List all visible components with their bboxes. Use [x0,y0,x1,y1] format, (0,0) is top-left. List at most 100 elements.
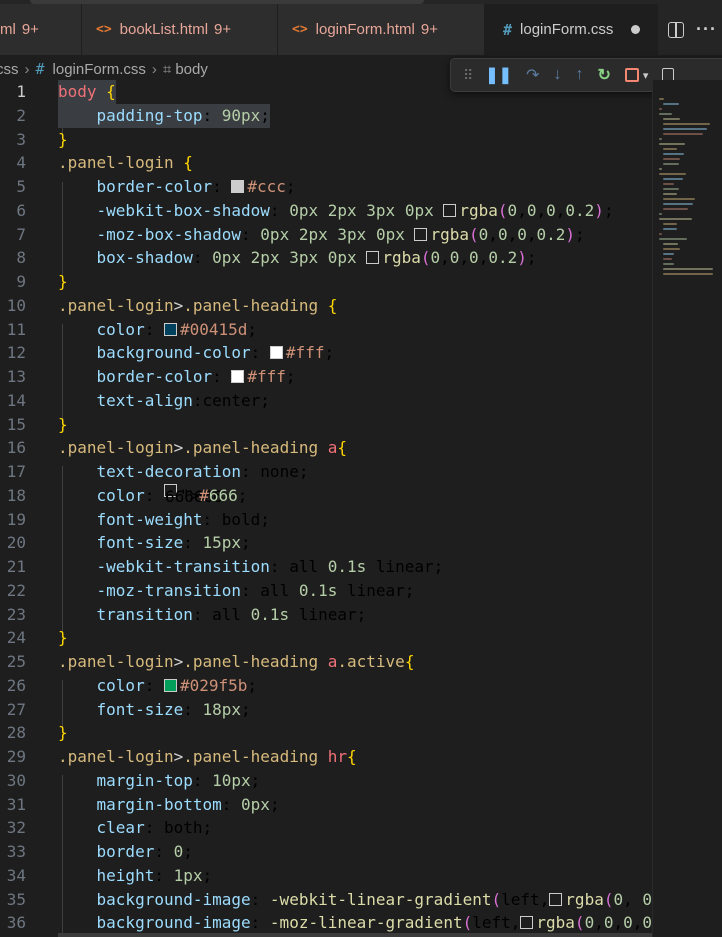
minimap[interactable] [652,80,722,937]
horizontal-scrollbar[interactable] [58,933,652,937]
code-text: -webkit-box-shadow: 0px 2px 3px 0px rgba… [96,200,614,220]
minimap-line [659,213,662,215]
color-swatch[interactable] [443,203,457,217]
line-number: 2 [16,105,26,125]
chevron-right-icon: › [24,60,30,78]
code-line[interactable]: 32 clear: both; [0,816,652,840]
code-line[interactable]: 35 background-image: -webkit-linear-grad… [0,888,652,912]
code-line[interactable]: 24} [0,626,652,650]
tab-booklist-html[interactable]: <> bookList.html 9+ [82,4,278,55]
code-line[interactable]: 19 font-weight: bold; [0,508,652,532]
breadcrumb-file[interactable]: loginForm.css [53,61,146,78]
code-text: color: #00415d; [96,319,258,339]
code-text: } [58,723,68,743]
code-text: .panel-login>.panel-heading a{ [58,438,348,458]
code-line[interactable]: 29 .panel-login>.panel-heading hr{ [0,745,652,769]
line-number: 21 [6,557,26,576]
code-line[interactable]: 14 text-align:center; [0,389,652,413]
code-text: text-decoration: none; [96,462,309,481]
code-line[interactable]: 2 padding-top: 90px; [0,103,652,128]
minimap-line [663,243,679,245]
minimap-line [663,268,714,270]
code-text: border: 0; [96,842,193,861]
problem-count-badge: 9+ [214,21,232,38]
line-number: 35 [6,889,26,909]
code-line[interactable]: 16 .panel-login>.panel-heading a{ [0,436,652,460]
code-line[interactable]: 21 -webkit-transition: all 0.1s linear; [0,555,652,579]
code-text: margin-bottom: 0px; [96,794,280,814]
tab-loginform-html[interactable]: <> loginForm.html 9+ [278,4,485,55]
code-line[interactable]: 13 border-color: #fff; [0,365,652,389]
code-line[interactable]: 31 margin-bottom: 0px; [0,793,652,817]
minimap-line [663,248,681,250]
color-swatch[interactable] [549,892,563,906]
line-number: 8 [16,248,26,268]
code-line[interactable]: 3} [0,128,652,152]
code-text: font-weight: bold; [96,509,270,529]
minimap-line [663,103,680,105]
code-editor[interactable]: 1 body {2 padding-top: 90px; 3} 4 .panel-log… [0,80,722,937]
code-line[interactable]: 7 -moz-box-shadow: 0px 2px 3px 0px rgba(… [0,223,652,247]
split-editor-icon[interactable] [668,21,684,38]
color-swatch[interactable] [231,180,245,193]
code-line[interactable]: 30 margin-top: 10px; [0,769,652,793]
code-line[interactable]: 11 color: #00415d; [0,318,652,342]
more-actions-icon[interactable]: ··· [696,19,717,40]
color-swatch[interactable] [269,346,283,360]
line-number: 14 [6,390,26,410]
code-text: background-image: -moz-linear-gradient(l… [96,913,653,933]
line-number: 23 [6,604,26,624]
color-swatch[interactable] [520,916,534,930]
code-line[interactable]: 12 background-color: #fff; [0,341,652,365]
code-line[interactable]: 8 box-shadow: 0px 2px 3px 0px rgba(0,0,0… [0,246,652,270]
code-line[interactable]: 34 height: 1px; [0,864,652,888]
code-line[interactable]: 4 .panel-login { [0,151,652,175]
code-text: border-color: #fff; [96,367,296,386]
code-line[interactable]: 33 border: 0; [0,840,652,864]
minimap-line [663,128,708,130]
code-line[interactable]: 27 font-size: 18px; [0,698,652,722]
code-line[interactable]: 17 text-decoration: none; [0,460,652,484]
minimap-line [659,143,686,145]
symbol-icon: ⌗ [162,60,172,78]
code-text: -moz-box-shadow: 0px 2px 3px 0px rgba(0,… [96,224,585,244]
color-swatch[interactable]: 666666 [163,483,223,506]
minimap-line [663,228,678,230]
code-line[interactable]: 23 transition: all 0.1s linear; [0,603,652,627]
code-line[interactable]: 36 background-image: -moz-linear-gradien… [0,911,652,935]
code-line[interactable]: 5 border-color: #ccc; [0,175,652,199]
breadcrumb-symbol[interactable]: body [175,61,208,78]
color-swatch[interactable] [414,227,428,241]
line-number: 28 [6,723,26,743]
tab-label: ml [0,21,16,38]
breadcrumb-folder[interactable]: css [0,61,19,78]
code-line[interactable]: 18 color: 666666">#666; [0,483,652,508]
code-line[interactable]: 9} [0,270,652,294]
code-text: .panel-login>.panel-heading hr{ [58,747,357,766]
color-swatch[interactable] [163,678,177,692]
code-line[interactable]: 22 -moz-transition: all 0.1s linear; [0,579,652,603]
line-number: 24 [6,628,26,648]
css-file-icon: # [503,20,513,39]
code-text: height: 1px; [96,865,213,885]
code-text: box-shadow: 0px 2px 3px 0px rgba(0,0,0,0… [96,248,537,268]
html-file-icon: <> [292,22,308,37]
unsaved-dot-icon[interactable] [631,25,641,34]
code-line[interactable]: 6 -webkit-box-shadow: 0px 2px 3px 0px rg… [0,199,652,223]
line-number: 13 [6,367,26,386]
code-text: background-color: #fff; [96,343,335,363]
html-file-icon: <> [96,22,112,37]
code-line[interactable]: 28} [0,721,652,745]
editor-tab-bar: ml 9+ <> bookList.html 9+ <> loginForm.h… [0,0,722,55]
color-swatch[interactable] [366,251,380,265]
code-line[interactable]: 25 .panel-login>.panel-heading a.active{ [0,650,652,674]
color-swatch[interactable] [163,322,177,336]
color-swatch[interactable] [231,370,245,383]
tab-html-file[interactable]: ml 9+ [0,4,82,55]
code-line[interactable]: 1 body { [0,80,652,104]
code-line[interactable]: 10 .panel-login>.panel-heading { [0,294,652,318]
code-line[interactable]: 26 color: #029f5b; [0,674,652,698]
tab-loginform-css[interactable]: # loginForm.css [485,4,658,55]
code-line[interactable]: 15} [0,413,652,437]
code-line[interactable]: 20 font-size: 15px; [0,531,652,555]
